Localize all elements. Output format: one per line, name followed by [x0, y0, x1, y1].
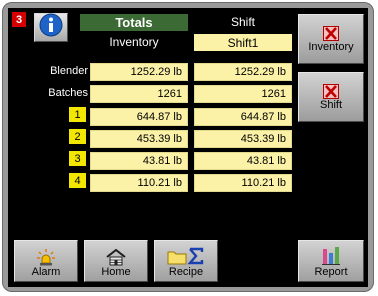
batches-label: Batches: [48, 87, 88, 99]
folder-sigma-icon: [166, 246, 206, 266]
blender-inventory-value: 1252.29 lb: [90, 63, 188, 81]
recipe-label: Recipe: [168, 266, 204, 278]
hopper-4-inventory-value: 110.21 lb: [90, 174, 188, 192]
hopper-4-tag: 4: [69, 173, 86, 188]
hmi-screen: 3 Totals Shift Inventory Shift1 Blender …: [8, 8, 368, 287]
totals-header: Totals: [80, 14, 188, 31]
inventory-reset-button[interactable]: Inventory: [298, 14, 364, 64]
shift-name-field[interactable]: Shift1: [194, 34, 292, 51]
hopper-1-tag: 1: [69, 107, 86, 122]
shift-reset-label: Shift: [319, 98, 342, 111]
hopper-3-shift-value: 43.81 lb: [194, 152, 292, 170]
report-button[interactable]: Report: [298, 240, 364, 282]
hopper-1-shift-value: 644.87 lb: [194, 108, 292, 126]
alarm-button[interactable]: Alarm: [14, 240, 78, 282]
blender-label: Blender: [50, 65, 88, 77]
hopper-4-shift-value: 110.21 lb: [194, 174, 292, 192]
hopper-3-tag: 3: [69, 151, 86, 166]
info-button[interactable]: [34, 13, 68, 42]
shift-reset-button[interactable]: Shift: [298, 72, 364, 122]
home-button[interactable]: Home: [84, 240, 148, 282]
hopper-2-inventory-value: 453.39 lb: [90, 130, 188, 148]
inventory-reset-label: Inventory: [308, 40, 354, 53]
batches-inventory-value: 1261: [90, 85, 188, 103]
inventory-column-label: Inventory: [109, 34, 159, 49]
alarm-count-badge: 3: [12, 12, 26, 27]
hopper-2-shift-value: 453.39 lb: [194, 130, 292, 148]
hopper-3-inventory-value: 43.81 lb: [90, 152, 188, 170]
recipe-button[interactable]: Recipe: [154, 240, 218, 282]
home-icon: [105, 248, 127, 266]
hopper-2-tag: 2: [69, 129, 86, 144]
alarm-label: Alarm: [31, 266, 61, 278]
report-label: Report: [314, 266, 348, 278]
red-x-icon: [323, 25, 339, 41]
info-icon: [39, 13, 63, 42]
red-x-icon: [323, 83, 339, 99]
shift-header: Shift: [230, 14, 255, 29]
bar-chart-icon: [321, 246, 341, 266]
home-label: Home: [101, 266, 131, 278]
hopper-1-inventory-value: 644.87 lb: [90, 108, 188, 126]
blender-shift-value: 1252.29 lb: [194, 63, 292, 81]
batches-shift-value: 1261: [194, 85, 292, 103]
alarm-beacon-icon: [35, 248, 57, 266]
